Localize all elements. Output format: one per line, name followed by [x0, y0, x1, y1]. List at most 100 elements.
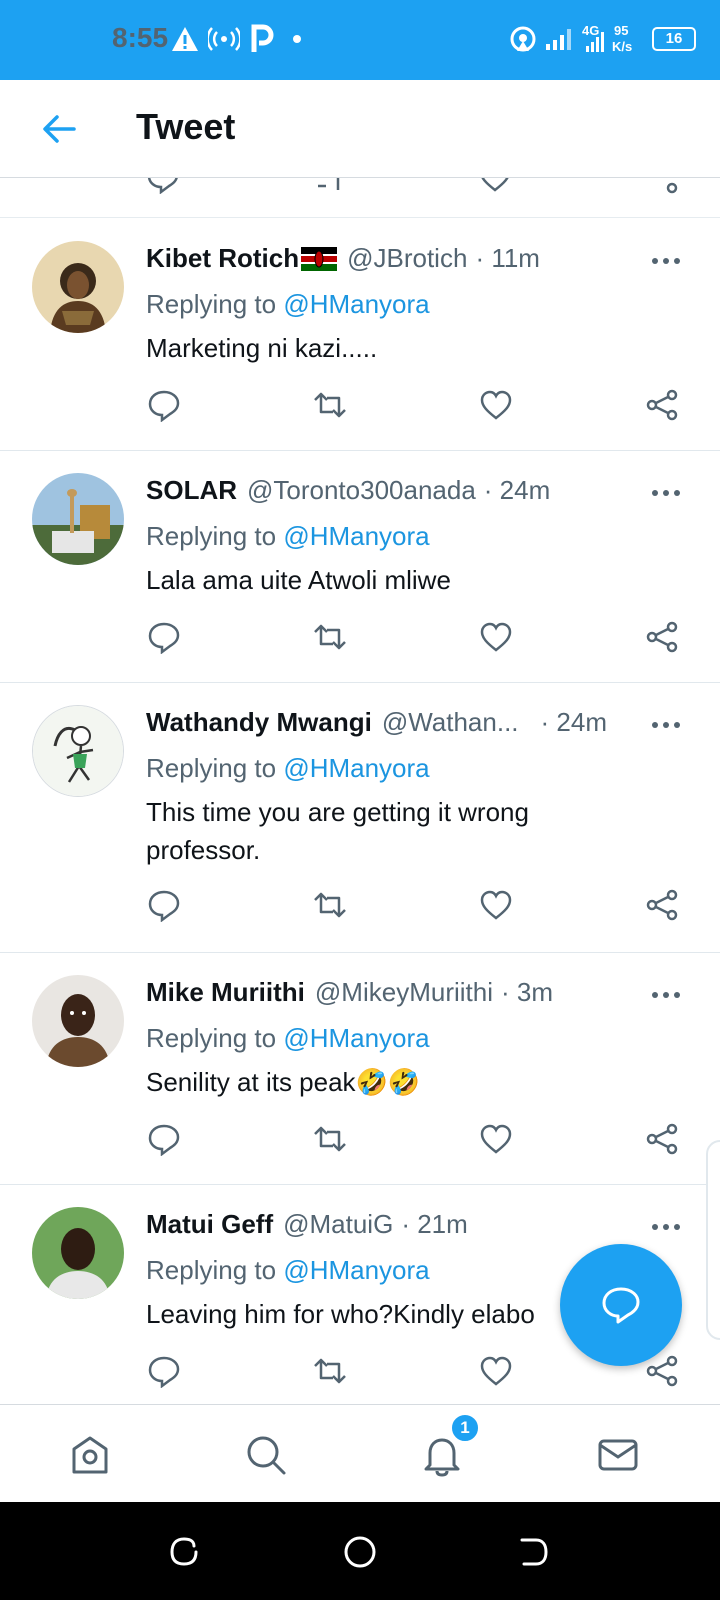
reply-mention-link[interactable]: @HManyora	[283, 521, 429, 551]
system-nav-bar	[0, 1502, 720, 1600]
more-options-button[interactable]	[646, 979, 686, 1011]
recent-apps-icon	[170, 1537, 198, 1566]
reply-button[interactable]	[142, 883, 186, 927]
compose-reply-button[interactable]	[560, 1244, 682, 1366]
display-name[interactable]: SOLAR	[146, 475, 237, 506]
retweet-icon	[314, 1358, 346, 1384]
replying-to: Replying to @HManyora	[146, 1023, 430, 1054]
user-handle[interactable]: @MatuiG	[283, 1209, 393, 1240]
share-button[interactable]	[640, 883, 684, 927]
home-system-button[interactable]	[338, 1530, 382, 1574]
avatar[interactable]	[32, 1207, 124, 1299]
tweet-actions	[0, 883, 720, 927]
retweet-button[interactable]	[308, 883, 352, 927]
display-name[interactable]: Wathandy Mwangi	[146, 707, 372, 738]
user-handle[interactable]: @Wathan...	[382, 707, 519, 738]
reply-icon	[148, 1356, 180, 1388]
reply-mention-link[interactable]: @HManyora	[283, 753, 429, 783]
tweet-actions	[0, 1117, 720, 1161]
display-name[interactable]: Matui Geff	[146, 1209, 273, 1240]
more-options-button[interactable]	[646, 245, 686, 277]
reply-mention-link[interactable]: @HManyora	[283, 289, 429, 319]
reply-mention-link[interactable]: @HManyora	[283, 1255, 429, 1285]
reply-tweet[interactable]: Kibet Rotich @JBrotich · 11m Replying to…	[0, 219, 720, 451]
warning-icon	[170, 22, 200, 56]
avatar[interactable]	[32, 975, 124, 1067]
reply-tweet[interactable]: Wathandy Mwangi @Wathan... · 24m Replyin…	[0, 683, 720, 953]
retweet-button[interactable]	[308, 1349, 352, 1393]
recent-apps-button[interactable]	[162, 1530, 206, 1574]
reply-prefix: Replying to	[146, 753, 277, 783]
retweet-icon	[314, 892, 346, 918]
nav-home[interactable]	[62, 1427, 118, 1483]
avatar[interactable]	[32, 241, 124, 333]
retweet-button[interactable]	[308, 383, 352, 427]
bottom-nav: 1	[0, 1404, 720, 1502]
retweet-button[interactable]	[308, 615, 352, 659]
share-button[interactable]	[640, 1117, 684, 1161]
share-icon	[646, 389, 678, 421]
signal-4g-icon	[584, 22, 608, 56]
avatar[interactable]	[32, 473, 124, 565]
more-icon	[652, 258, 680, 264]
nav-search[interactable]	[238, 1427, 294, 1483]
tweet-meta: Kibet Rotich @JBrotich · 11m	[146, 243, 540, 274]
tweet-text: Leaving him for who?Kindly elabo	[146, 1299, 535, 1329]
reply-mention-link[interactable]: @HManyora	[283, 1023, 429, 1053]
tweet-text: This time you are getting it wrong profe…	[146, 797, 529, 865]
like-button[interactable]	[474, 1349, 518, 1393]
share-icon	[646, 1123, 678, 1155]
user-handle[interactable]: @Toronto300anada	[247, 475, 476, 506]
like-button[interactable]	[474, 1117, 518, 1161]
more-options-button[interactable]	[646, 477, 686, 509]
previous-tweet-actions	[0, 178, 720, 218]
share-button[interactable]	[640, 383, 684, 427]
user-handle[interactable]: @MikeyMuriithi	[315, 977, 493, 1008]
battery-level: 16	[665, 30, 683, 47]
display-name[interactable]: Mike Muriithi	[146, 977, 305, 1008]
reply-button[interactable]	[142, 1349, 186, 1393]
back-system-button[interactable]	[512, 1530, 556, 1574]
retweet-button[interactable]	[308, 1117, 352, 1161]
more-icon	[652, 722, 680, 728]
signal-icon	[544, 22, 574, 56]
reply-button[interactable]	[142, 1117, 186, 1161]
nav-messages[interactable]	[590, 1427, 646, 1483]
share-icon	[646, 621, 678, 653]
display-name[interactable]: Kibet Rotich	[146, 243, 299, 274]
heart-icon	[480, 390, 512, 420]
replying-to: Replying to @HManyora	[146, 1255, 430, 1286]
reply-tweet[interactable]: SOLAR @Toronto300anada · 24m Replying to…	[0, 451, 720, 683]
replying-to: Replying to @HManyora	[146, 753, 430, 784]
like-button[interactable]	[474, 883, 518, 927]
battery-icon: 16	[652, 27, 696, 51]
avatar[interactable]	[32, 705, 124, 797]
more-options-button[interactable]	[646, 709, 686, 741]
like-button[interactable]	[474, 615, 518, 659]
reply-button[interactable]	[142, 615, 186, 659]
reply-button[interactable]	[142, 383, 186, 427]
wifi-hotspot-icon	[508, 22, 538, 56]
retweet-icon	[314, 392, 346, 418]
heart-icon	[480, 1124, 512, 1154]
user-handle[interactable]: @JBrotich	[347, 243, 467, 274]
reply-prefix: Replying to	[146, 521, 277, 551]
replying-to: Replying to @HManyora	[146, 289, 430, 320]
more-options-button[interactable]	[646, 1211, 686, 1243]
tweet-meta: SOLAR @Toronto300anada · 24m	[146, 475, 550, 506]
more-icon	[652, 992, 680, 998]
back-button[interactable]	[34, 104, 84, 154]
p-icon	[250, 22, 276, 56]
like-button[interactable]	[474, 383, 518, 427]
retweet-icon	[314, 624, 346, 650]
tweet-meta: Mike Muriithi @MikeyMuriithi · 3m	[146, 977, 553, 1008]
page-title: Tweet	[136, 106, 236, 147]
edge-panel-handle[interactable]	[706, 1140, 720, 1340]
reply-tweet[interactable]: Mike Muriithi @MikeyMuriithi · 3m Replyi…	[0, 953, 720, 1185]
tweet-actions	[0, 383, 720, 427]
tweet-text: Senility at its peak🤣🤣	[146, 1067, 421, 1097]
tweet-meta: Matui Geff @MatuiG · 21m	[146, 1209, 468, 1240]
tweet-text: Marketing ni kazi.....	[146, 333, 378, 363]
share-button[interactable]	[640, 615, 684, 659]
share-icon	[646, 889, 678, 921]
